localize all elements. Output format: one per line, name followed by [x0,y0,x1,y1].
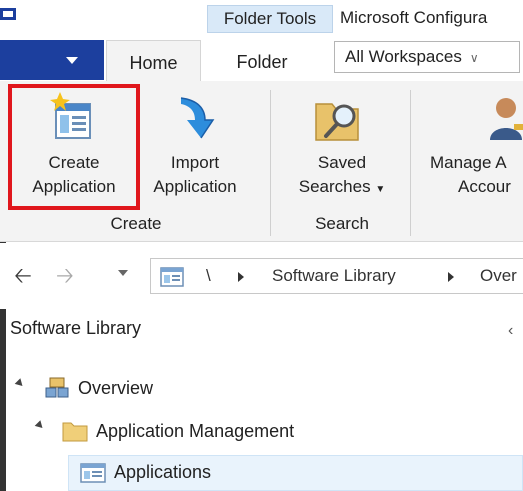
chevron-down-icon: ∨ [469,51,479,65]
highlight-box [8,84,140,210]
history-dropdown-icon[interactable] [118,270,128,276]
saved-searches-line1: Saved [317,153,367,172]
breadcrumb-separator-icon[interactable] [448,272,454,282]
group-separator [410,90,411,236]
breadcrumb-separator-icon[interactable] [238,272,244,282]
workspace-select[interactable]: All Workspaces ∨ [334,41,520,73]
import-application-button[interactable]: Import Application [140,88,250,204]
user-key-icon [490,98,523,140]
import-application-line1: Import [170,153,220,172]
breadcrumb-software-library[interactable]: Software Library [272,266,396,286]
search-group-label: Search [315,214,369,233]
saved-searches-label: Searches [298,177,371,196]
dropdown-caret-icon: ▼ [375,184,386,195]
tree-expand-icon[interactable] [34,420,46,431]
tab-folder[interactable]: Folder [212,40,312,80]
overview-icon [45,377,69,398]
folder-tools-context-tab[interactable]: Folder Tools [207,5,333,33]
tree-item-overview[interactable]: Overview [78,378,153,399]
workspace-select-value: All Workspaces [345,47,462,66]
group-separator [270,90,271,236]
manage-accounts-line1: Manage A [430,153,507,172]
dropdown-arrow-icon [66,57,78,64]
tree-item-applications[interactable]: Applications [114,462,211,483]
manage-accounts-button[interactable]: Manage A Accour [420,88,523,204]
console-root-icon [160,267,184,287]
nav-pane-header: Software Library [10,318,142,338]
collapse-pane-icon[interactable]: ‹ [508,322,513,340]
app-icon [0,8,16,20]
breadcrumb-root[interactable]: \ [206,266,211,286]
back-arrow-icon[interactable]: 🡠 [14,264,32,288]
tree-item-application-management[interactable]: Application Management [96,421,294,442]
applications-icon [80,463,106,483]
forward-arrow-icon[interactable]: 🡢 [56,264,74,288]
import-arrow-icon [180,97,215,139]
breadcrumb-overview[interactable]: Over [480,266,517,286]
tree-expand-icon[interactable] [14,378,26,389]
folder-icon [62,422,88,442]
import-application-line2: Application [153,177,237,196]
create-group-label: Create [110,214,162,233]
saved-searches-line2: Searches ▼ [282,176,402,201]
manage-accounts-line2: Accour [458,177,511,196]
tab-home[interactable]: Home [106,40,201,82]
saved-searches-button[interactable]: Saved Searches ▼ [282,88,402,204]
file-menu-button[interactable] [0,40,104,80]
window-title: Microsoft Configura [340,8,488,27]
saved-searches-icon [315,103,359,141]
